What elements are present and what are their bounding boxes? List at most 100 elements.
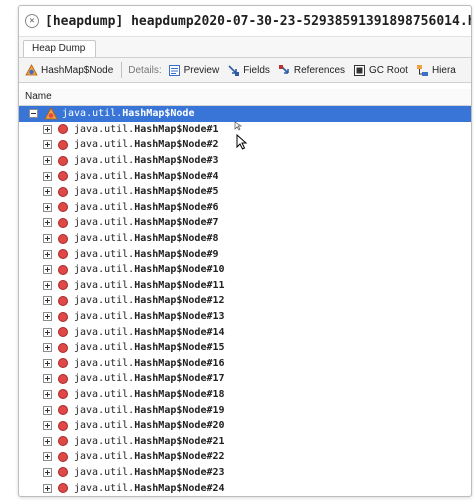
- toolbar-separator: [121, 62, 123, 78]
- expand-icon[interactable]: [43, 343, 52, 353]
- child-class: HashMap$Node#23: [134, 466, 225, 478]
- tree-child-row[interactable]: java.util. HashMap$Node#22: [19, 449, 471, 465]
- expand-icon[interactable]: [43, 467, 52, 477]
- child-package: java.util.: [74, 295, 135, 307]
- expand-icon[interactable]: [43, 327, 52, 337]
- expand-icon[interactable]: [43, 187, 52, 197]
- child-package: java.util.: [74, 357, 135, 369]
- object-instance-icon: [58, 420, 68, 431]
- child-class: HashMap$Node#19: [134, 404, 225, 416]
- details-label: Details:: [128, 64, 162, 76]
- child-class: HashMap$Node#18: [134, 388, 225, 400]
- expand-icon[interactable]: [43, 234, 52, 244]
- expand-icon[interactable]: [43, 156, 52, 166]
- heapdump-window: ✕ [heapdump] heapdump2020-07-30-23-52938…: [18, 5, 472, 497]
- tree-child-row[interactable]: java.util. HashMap$Node#15: [19, 340, 471, 356]
- fields-label: Fields: [243, 64, 270, 76]
- fields-button[interactable]: Fields: [227, 64, 270, 77]
- gc-root-icon: [354, 64, 366, 76]
- tree-child-row[interactable]: java.util. HashMap$Node#5: [19, 184, 471, 200]
- child-package: java.util.: [74, 217, 135, 229]
- close-icon[interactable]: ✕: [25, 14, 39, 28]
- child-class: HashMap$Node#1: [134, 123, 219, 135]
- tree-child-row[interactable]: java.util. HashMap$Node#9: [19, 246, 471, 262]
- expand-icon[interactable]: [43, 171, 52, 181]
- tree-child-row[interactable]: java.util. HashMap$Node#17: [19, 371, 471, 387]
- object-instance-icon: [58, 202, 68, 213]
- child-class: HashMap$Node#3: [134, 155, 219, 167]
- tree-child-row[interactable]: java.util. HashMap$Node#11: [19, 278, 471, 294]
- tree-child-row[interactable]: java.util. HashMap$Node#7: [19, 215, 471, 231]
- child-package: java.util.: [74, 123, 135, 135]
- child-class: HashMap$Node#12: [134, 295, 225, 307]
- object-instance-icon: [58, 186, 68, 197]
- expand-icon[interactable]: [43, 452, 52, 462]
- hierarchy-button[interactable]: Hiera: [416, 64, 456, 77]
- child-package: java.util.: [74, 482, 135, 494]
- tree-child-row[interactable]: java.util. HashMap$Node#23: [19, 465, 471, 481]
- hashmap-node-label: HashMap$Node: [41, 64, 114, 76]
- tree-child-row[interactable]: java.util. HashMap$Node#3: [19, 153, 471, 169]
- child-package: java.util.: [74, 139, 135, 151]
- references-button[interactable]: References: [278, 64, 345, 77]
- tree-child-row[interactable]: java.util. HashMap$Node#12: [19, 293, 471, 309]
- object-instance-icon: [58, 373, 68, 384]
- tree-child-row[interactable]: java.util. HashMap$Node#6: [19, 200, 471, 216]
- child-class: HashMap$Node#9: [134, 248, 219, 260]
- child-package: java.util.: [74, 342, 135, 354]
- expand-icon[interactable]: [43, 202, 52, 212]
- mouse-cursor-icon: [236, 134, 248, 150]
- tree-child-row[interactable]: java.util. HashMap$Node#10: [19, 262, 471, 278]
- tree-child-row[interactable]: java.util. HashMap$Node#24: [19, 480, 471, 496]
- object-instance-icon: [58, 217, 68, 228]
- tree-child-row[interactable]: java.util. HashMap$Node#19: [19, 402, 471, 418]
- tree-child-row[interactable]: java.util. HashMap$Node#18: [19, 387, 471, 403]
- child-package: java.util.: [74, 186, 135, 198]
- expand-icon[interactable]: [43, 389, 52, 399]
- tree-child-row[interactable]: java.util. HashMap$Node#13: [19, 309, 471, 325]
- expand-icon[interactable]: [43, 280, 52, 290]
- column-header-name[interactable]: Name: [19, 89, 471, 106]
- expand-icon[interactable]: [43, 218, 52, 228]
- tab-heap-dump[interactable]: Heap Dump: [23, 40, 97, 57]
- expand-icon[interactable]: [43, 358, 52, 368]
- expand-icon[interactable]: [43, 421, 52, 431]
- expand-icon[interactable]: [43, 405, 52, 415]
- tree-child-row[interactable]: java.util. HashMap$Node#16: [19, 356, 471, 372]
- collapse-icon[interactable]: [29, 109, 38, 119]
- expand-icon[interactable]: [43, 312, 52, 322]
- expand-icon[interactable]: [43, 374, 52, 384]
- child-package: java.util.: [74, 170, 135, 182]
- preview-icon: [168, 64, 180, 76]
- tree-child-row[interactable]: java.util. HashMap$Node#4: [19, 168, 471, 184]
- expand-icon[interactable]: [43, 249, 52, 259]
- hierarchy-label: Hiera: [431, 64, 456, 76]
- window-titlebar: ✕ [heapdump] heapdump2020-07-30-23-52938…: [19, 6, 471, 36]
- child-class: HashMap$Node#2: [134, 139, 219, 151]
- expand-icon[interactable]: [43, 483, 52, 493]
- child-class: HashMap$Node#14: [134, 326, 225, 338]
- expand-icon[interactable]: [43, 140, 52, 150]
- tree-child-row[interactable]: java.util. HashMap$Node#8: [19, 231, 471, 247]
- child-package: java.util.: [74, 420, 135, 432]
- preview-button[interactable]: Preview: [168, 64, 219, 77]
- gc-root-button[interactable]: GC Root: [353, 64, 408, 77]
- child-package: java.util.: [74, 373, 135, 385]
- object-instance-icon: [58, 139, 68, 150]
- hashmap-node-button[interactable]: HashMap$Node: [25, 63, 114, 77]
- child-package: java.util.: [74, 388, 135, 400]
- tree-child-row[interactable]: java.util. HashMap$Node#14: [19, 324, 471, 340]
- tree-child-row[interactable]: java.util. HashMap$Node#21: [19, 433, 471, 449]
- window-title: [heapdump] heapdump2020-07-30-23-5293859…: [45, 13, 471, 29]
- child-package: java.util.: [74, 233, 135, 245]
- class-icon: [25, 63, 38, 75]
- expand-icon[interactable]: [43, 124, 52, 134]
- root-package: java.util.: [62, 108, 123, 120]
- expand-icon[interactable]: [43, 296, 52, 306]
- tree-root-row[interactable]: java.util. HashMap$Node: [19, 106, 471, 122]
- object-instance-icon: [58, 358, 68, 369]
- expand-icon[interactable]: [43, 265, 52, 275]
- tree-child-row[interactable]: java.util. HashMap$Node#20: [19, 418, 471, 434]
- expand-icon[interactable]: [43, 436, 52, 446]
- gc-root-label: GC Root: [369, 64, 408, 76]
